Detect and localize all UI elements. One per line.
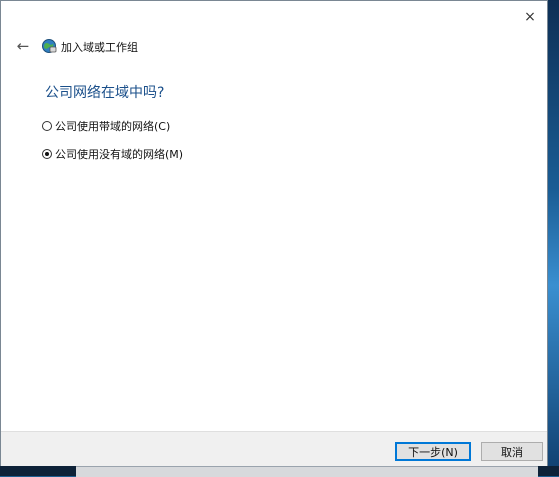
option-without-domain-label: 公司使用没有域的网络(M) (55, 148, 184, 161)
question-heading: 公司网络在域中吗? (45, 85, 165, 101)
option-without-domain[interactable]: 公司使用没有域的网络(M) (42, 146, 183, 162)
option-with-domain[interactable]: 公司使用带域的网络(C) (42, 118, 170, 134)
next-button[interactable]: 下一步(N) (395, 442, 471, 461)
close-icon[interactable]: × (519, 7, 541, 27)
network-globe-icon (42, 39, 57, 53)
wizard-title: 加入域或工作组 (61, 41, 138, 54)
desktop-background (548, 0, 559, 476)
option-with-domain-label: 公司使用带域的网络(C) (55, 120, 171, 133)
dialog-footer: 下一步(N) 取消 (1, 431, 547, 466)
cancel-button[interactable]: 取消 (481, 442, 543, 461)
join-domain-dialog: × ← 加入域或工作组 公司网络在域中吗? 公司使用带域的网络(C) 公司使用没… (0, 0, 548, 466)
radio-with-domain[interactable] (42, 121, 52, 131)
back-arrow-icon[interactable]: ← (14, 37, 32, 55)
taskbar-window-slot (76, 466, 538, 477)
radio-without-domain[interactable] (42, 149, 52, 159)
